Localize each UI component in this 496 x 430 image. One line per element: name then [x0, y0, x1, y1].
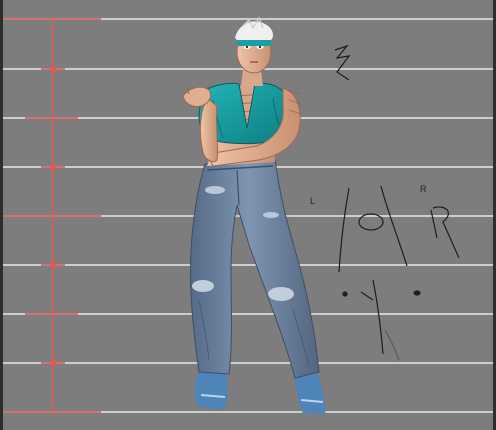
- left-side-mark: L: [310, 196, 315, 206]
- shoes: [194, 370, 326, 414]
- head: [235, 16, 273, 86]
- figure-artwork: L R: [3, 16, 493, 414]
- pose-sketch: [334, 44, 460, 361]
- jeans: [189, 159, 320, 379]
- drawing-canvas[interactable]: L R: [0, 0, 496, 430]
- right-side-mark: R: [420, 184, 427, 194]
- height-ruler: [3, 18, 101, 413]
